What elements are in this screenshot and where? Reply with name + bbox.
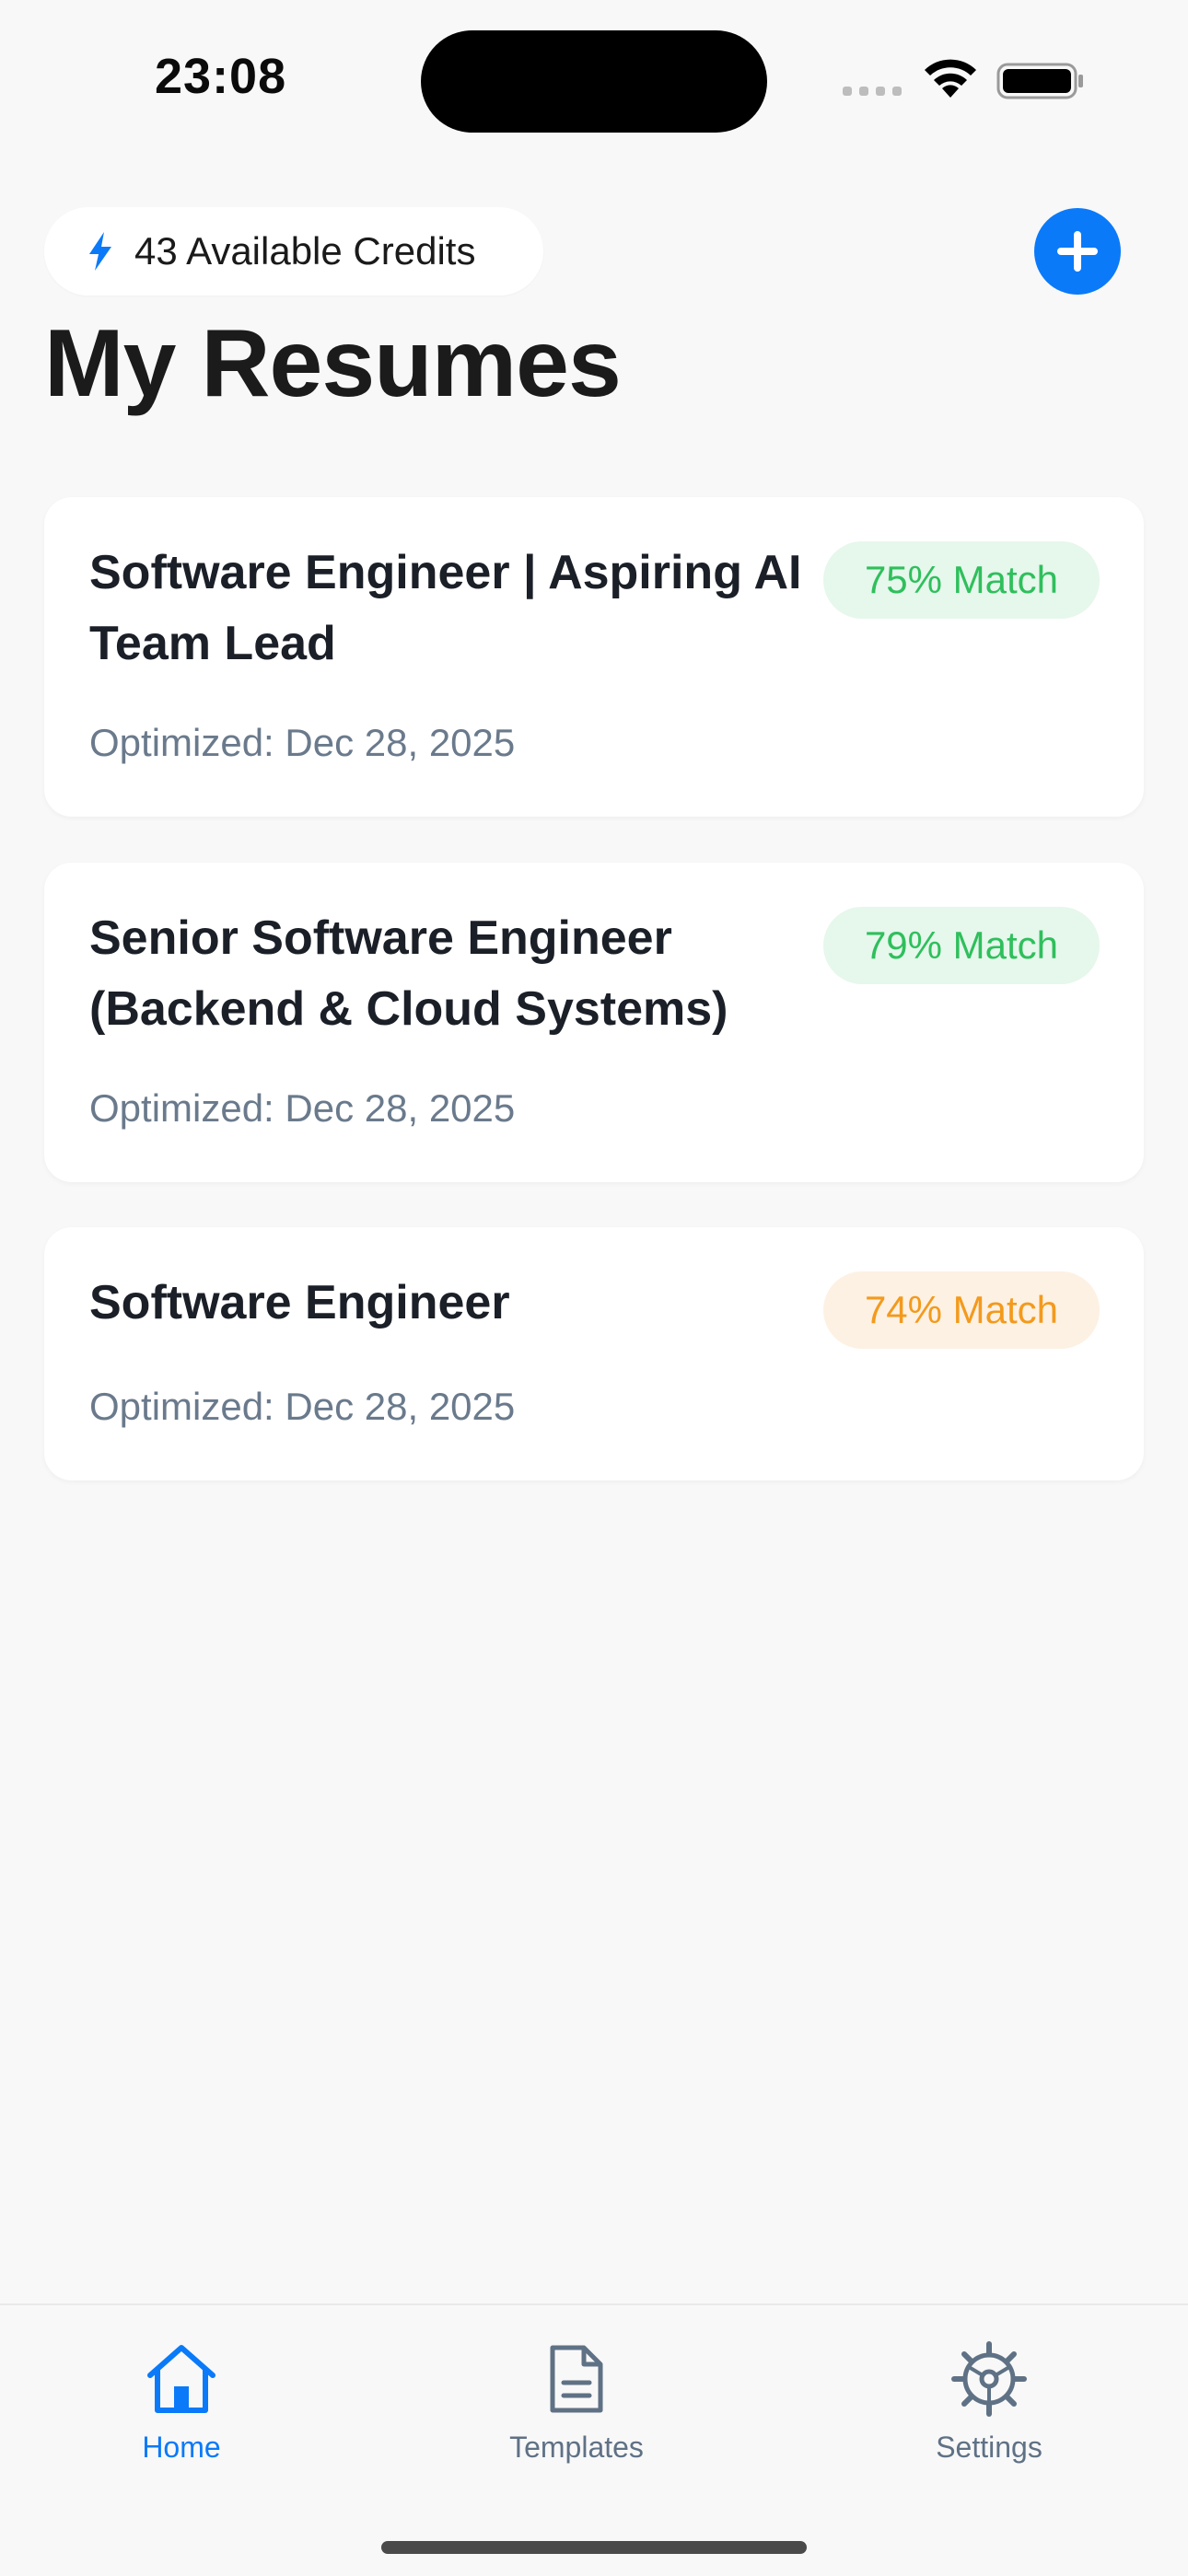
resume-card[interactable]: Software Engineer | Aspiring AI Team Lea… [44,497,1144,817]
gear-icon [951,2341,1027,2417]
resume-card[interactable]: Software Engineer Optimized: Dec 28, 202… [44,1227,1144,1480]
lightning-bolt-icon [89,232,111,271]
match-badge: 75% Match [823,541,1100,619]
cellular-signal-icon [843,87,902,96]
dynamic-island [421,30,767,133]
tab-templates[interactable]: Templates [457,2340,696,2465]
resume-title: Senior Software Engineer (Backend & Clou… [89,911,728,1036]
home-icon [147,2345,215,2413]
page-title: My Resumes [44,310,622,417]
home-indicator[interactable] [381,2541,807,2554]
document-icon [550,2345,603,2413]
wifi-icon [925,59,976,98]
credits-badge[interactable]: 43 Available Credits [44,207,543,296]
resume-title: Software Engineer | Aspiring AI Team Lea… [89,546,802,670]
resume-optimized-date: Optimized: Dec 28, 2025 [89,1385,516,1428]
plus-icon [1057,231,1098,272]
battery-icon [996,63,1083,99]
tab-label: Settings [936,2431,1042,2464]
tab-bar: Home Templates Settings [0,2303,1188,2576]
resume-card[interactable]: Senior Software Engineer (Backend & Clou… [44,863,1144,1182]
match-badge: 74% Match [823,1271,1100,1349]
match-badge: 79% Match [823,907,1100,984]
tab-home[interactable]: Home [62,2340,301,2465]
resume-optimized-date: Optimized: Dec 28, 2025 [89,721,516,764]
tab-settings[interactable]: Settings [869,2340,1109,2465]
status-time: 23:08 [155,49,287,104]
credits-text: 43 Available Credits [134,229,476,273]
resume-optimized-date: Optimized: Dec 28, 2025 [89,1086,516,1130]
resume-title: Software Engineer [89,1276,510,1329]
tab-label: Home [142,2431,221,2464]
add-resume-button[interactable] [1034,208,1121,295]
tab-label: Templates [509,2431,644,2464]
